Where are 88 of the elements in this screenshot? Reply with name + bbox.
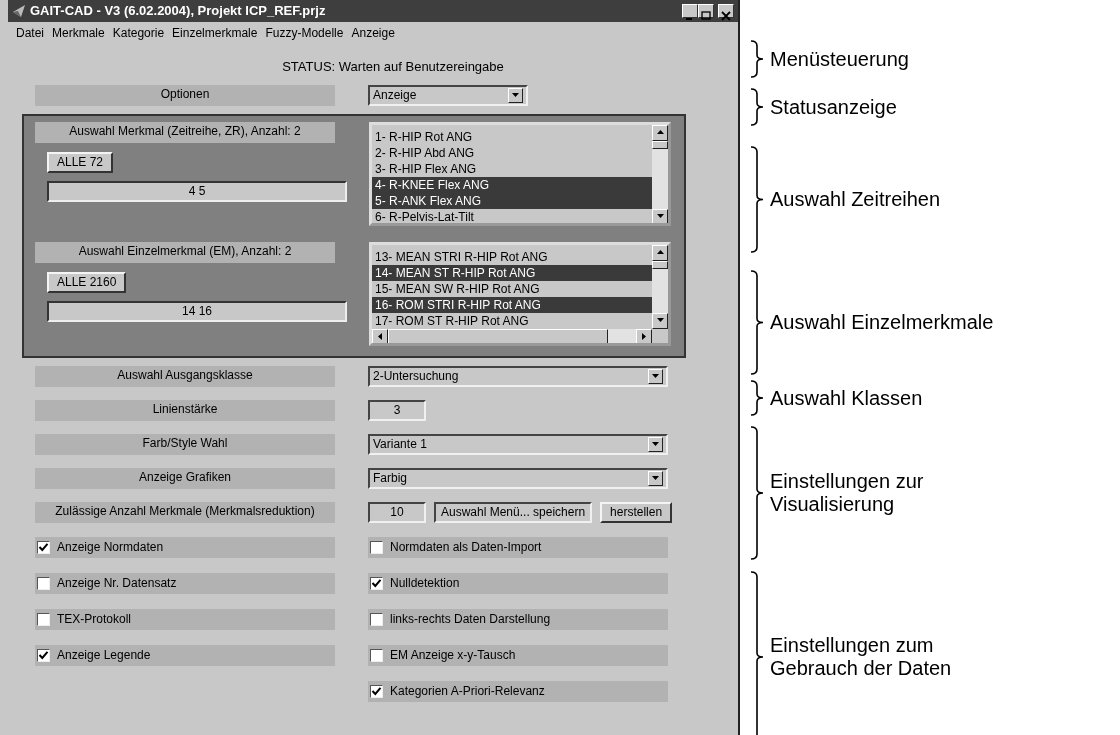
vertical-scrollbar[interactable] [652, 244, 668, 329]
field-label: Zulässige Anzahl Merkmale (Merkmalsreduktion) [35, 501, 335, 523]
restore-button[interactable]: herstellen [600, 501, 673, 523]
field-label: Optionen [35, 84, 335, 106]
checkbox-label: Anzeige Normdaten [57, 539, 164, 556]
scroll-left-icon[interactable] [372, 328, 388, 343]
vertical-scrollbar[interactable] [652, 124, 668, 223]
checkbox-label: links-rechts Daten Darstellung [390, 611, 551, 628]
curly-brace [750, 40, 764, 78]
list-item[interactable]: 1- R-HIP Rot ANG [372, 128, 652, 145]
checkbox-label: TEX-Protokoll [57, 611, 132, 628]
checkbox[interactable] [37, 612, 50, 626]
checkbox[interactable] [370, 540, 383, 554]
horizontal-scrollbar[interactable] [372, 328, 652, 343]
menu-item[interactable]: Merkmale [48, 24, 109, 42]
list-box[interactable]: 13- MEAN STRI R-HIP Rot ANG 14- MEAN ST R-HIP Rot ANG 15- MEAN SW R-HIP Rot ANG 16- ROM STRI R-HIP Rot ANG 17- ROM ST R-HIP Rot ANG [369, 241, 671, 346]
field-label: Anzeige Grafiken [35, 467, 335, 489]
scroll-thumb[interactable] [388, 328, 608, 343]
scroll-thumb[interactable] [652, 140, 668, 149]
list-item[interactable]: 17- ROM ST R-HIP Rot ANG [372, 312, 652, 329]
annotation-label: Auswahl Einzelmerkmale [770, 311, 994, 334]
window-title: GAIT-CAD - V3 (6.02.2004), Projekt ICP_REF.prjz [30, 2, 327, 21]
list-item[interactable]: 16- ROM STRI R-HIP Rot ANG [372, 296, 652, 313]
list-item[interactable]: 4- R-KNEE Flex ANG [372, 176, 652, 193]
dropdown[interactable]: Variante 1 [368, 433, 668, 455]
checkbox-label: Anzeige Nr. Datensatz [57, 575, 177, 592]
panel-label: Auswahl Merkmal (Zeitreihe, ZR), Anzahl: 2 [35, 121, 335, 143]
dropdown[interactable]: 2-Untersuchung [368, 365, 668, 387]
scroll-down-icon[interactable] [652, 312, 668, 329]
selection-field[interactable]: 14 16 [47, 300, 347, 322]
curly-brace [750, 380, 764, 416]
dropdown[interactable]: Farbig [368, 467, 668, 489]
checkbox-label: Normdaten als Daten-Import [390, 539, 542, 556]
scroll-thumb[interactable] [652, 260, 668, 269]
annotation-label: Einstellungen zum Gebrauch der Daten [770, 634, 953, 680]
select-all-button[interactable]: ALLE 72 [47, 151, 114, 173]
list-item[interactable]: 15- MEAN SW R-HIP Rot ANG [372, 280, 652, 297]
checkbox[interactable] [370, 612, 383, 626]
field-label: Auswahl Ausgangsklasse [35, 365, 335, 387]
menu-save-field[interactable]: Auswahl Menü... speichern [434, 501, 593, 523]
field-label: Farb/Style Wahl [35, 433, 335, 455]
number-field[interactable]: 10 [368, 501, 426, 523]
check-icon [38, 649, 49, 661]
list-item[interactable]: 13- MEAN STRI R-HIP Rot ANG [372, 248, 652, 265]
list-item[interactable]: 3- R-HIP Flex ANG [372, 160, 652, 177]
dropdown[interactable]: Anzeige [368, 84, 528, 106]
list-box[interactable]: 1- R-HIP Rot ANG 2- R-HIP Abd ANG 3- R-HIP Flex ANG 4- R-KNEE Flex ANG 5- R-ANK Flex ANG 6- R-Pelvis-Lat-Tilt [369, 121, 671, 226]
checkbox[interactable] [37, 540, 50, 554]
scroll-up-icon[interactable] [652, 244, 668, 261]
checkbox[interactable] [370, 648, 383, 662]
annotation-label: Auswahl Zeitreihen [770, 188, 941, 211]
check-icon [371, 577, 382, 589]
scroll-right-icon[interactable] [636, 328, 652, 343]
annotation-label: Einstellungen zur Visualisierung [770, 470, 925, 516]
scroll-down-icon[interactable] [652, 208, 668, 223]
scroll-up-icon[interactable] [652, 124, 668, 141]
list-item[interactable]: 6- R-Pelvis-Lat-Tilt [372, 208, 652, 223]
checkbox[interactable] [370, 684, 383, 698]
checkbox-label: EM Anzeige x-y-Tausch [390, 647, 516, 664]
number-field[interactable]: 3 [368, 399, 426, 421]
check-icon [371, 685, 382, 697]
check-icon [38, 541, 49, 553]
list-item[interactable]: 2- R-HIP Abd ANG [372, 144, 652, 161]
status-text: STATUS: Warten auf Benutzereingabe [282, 59, 504, 74]
list-item[interactable]: 14- MEAN ST R-HIP Rot ANG [372, 264, 652, 281]
annotation-label: Menüsteuerung [770, 47, 909, 71]
select-all-button[interactable]: ALLE 2160 [47, 271, 127, 293]
annotation-label: Auswahl Klassen [770, 386, 923, 410]
annotation-label: Statusanzeige [770, 95, 897, 119]
checkbox-label: Nulldetektion [390, 575, 460, 592]
app-logo-icon [12, 4, 26, 18]
menu-item[interactable]: Kategorie [108, 24, 169, 42]
checkbox-label: Kategorien A-Priori-Relevanz [390, 683, 545, 700]
minimize-button[interactable] [682, 4, 698, 18]
curly-brace [750, 88, 764, 126]
menu-item[interactable]: Fuzzy-Modelle [261, 24, 348, 42]
checkbox-label: Anzeige Legende [57, 647, 151, 664]
menu-item[interactable]: Einzelmerkmale [168, 24, 262, 42]
panel-label: Auswahl Einzelmerkmal (EM), Anzahl: 2 [35, 241, 335, 263]
checkbox[interactable] [370, 576, 383, 590]
close-button[interactable] [718, 4, 734, 18]
field-label: Linienstärke [35, 399, 335, 421]
checkbox[interactable] [37, 648, 50, 662]
menu-item[interactable]: Anzeige [347, 24, 399, 42]
maximize-button[interactable] [698, 4, 714, 18]
checkbox[interactable] [37, 576, 50, 590]
selection-field[interactable]: 4 5 [47, 180, 347, 202]
menu-item[interactable]: Datei [12, 24, 48, 42]
